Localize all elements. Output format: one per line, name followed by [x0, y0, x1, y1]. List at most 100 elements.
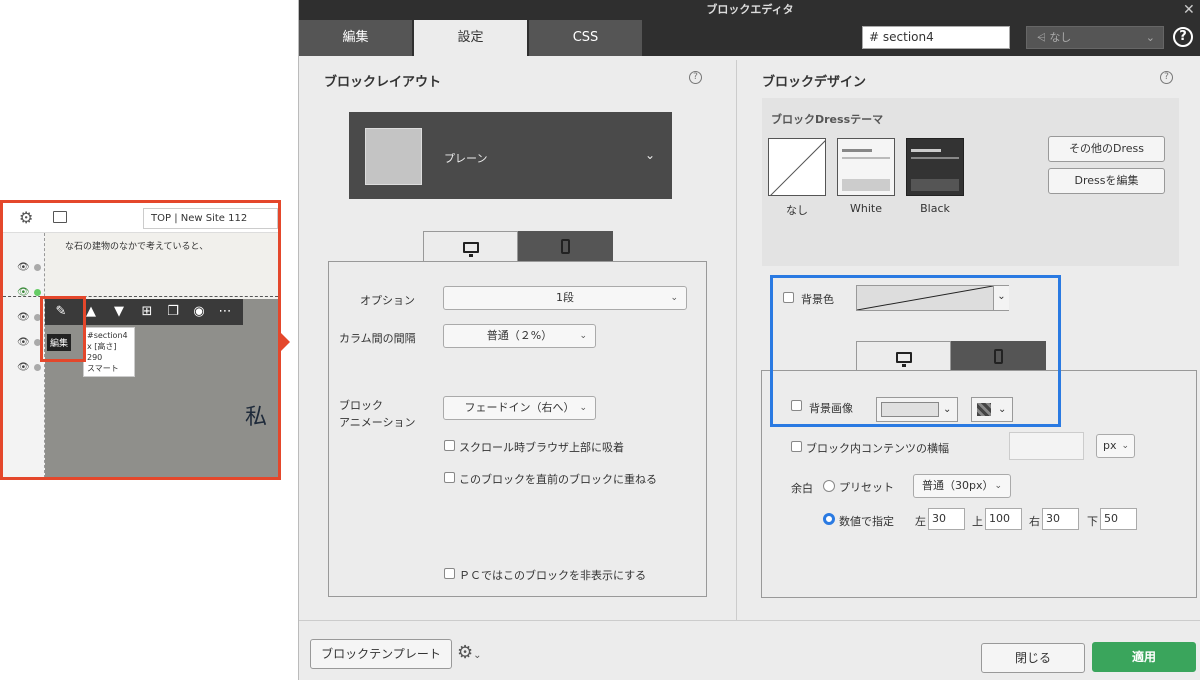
dress-theme-label: ブロックDressテーマ: [771, 113, 884, 126]
margin-top-label: 上: [972, 515, 983, 528]
hide-pc-checkbox[interactable]: [444, 568, 455, 579]
thumb-line: [842, 157, 890, 159]
margin-left-input[interactable]: 30: [928, 508, 965, 530]
more-icon[interactable]: ⋯: [213, 299, 237, 325]
dress-white-thumb[interactable]: [837, 138, 895, 196]
gear-icon[interactable]: ⚙: [19, 208, 33, 227]
block-info-height: x [高さ] 290: [87, 342, 117, 362]
margin-bottom-label: 下: [1087, 515, 1098, 528]
tab-css[interactable]: CSS: [529, 20, 642, 56]
hide-pc-label: ＰＣではこのブロックを非表示にする: [459, 569, 647, 582]
chevron-down-icon: ⌄: [645, 148, 656, 162]
chevron-down-icon: ⌄: [579, 403, 587, 413]
layout-help-icon[interactable]: ?: [689, 71, 702, 84]
preset-select[interactable]: 普通（30px） ⌄: [913, 474, 1011, 498]
content-width-checkbox[interactable]: [791, 441, 802, 452]
thumb-line: [911, 157, 959, 159]
option-value: 1段: [556, 291, 574, 304]
phone-icon: [561, 239, 570, 254]
add-block-icon[interactable]: ⊞: [135, 299, 159, 325]
margin-bottom-input[interactable]: 50: [1100, 508, 1137, 530]
margin-left-label: 左: [915, 515, 926, 528]
animation-value: フェードイン（右へ）: [464, 401, 575, 414]
thumb-line: [911, 149, 941, 152]
layout-name: プレーン: [444, 152, 488, 165]
unit-select[interactable]: px ⌄: [1096, 434, 1135, 458]
numeric-radio[interactable]: [823, 513, 835, 525]
class-value: なし: [1049, 31, 1072, 44]
id-field[interactable]: # section4: [862, 26, 1010, 49]
layout-picker[interactable]: プレーン ⌄: [349, 112, 672, 199]
dress-black-thumb[interactable]: [906, 138, 964, 196]
none-slash-icon: [770, 140, 825, 195]
move-down-icon[interactable]: ▼: [107, 299, 131, 325]
eye-icon[interactable]: 👁: [17, 287, 41, 298]
margin-right-label: 右: [1029, 515, 1040, 528]
block-info-id: #section4: [87, 331, 128, 340]
apply-button[interactable]: 適用: [1092, 642, 1196, 672]
scroll-sticky-checkbox[interactable]: [444, 440, 455, 451]
close-icon[interactable]: ✕: [1183, 3, 1195, 17]
chevron-down-icon: ⌄: [670, 293, 678, 303]
margin-label: 余白: [791, 482, 813, 495]
overlap-label: このブロックを直前のブロックに重ねる: [459, 473, 657, 486]
editor-topbar: ⚙ TOP | New Site 112: [3, 203, 278, 233]
dress-none-thumb[interactable]: [768, 138, 826, 196]
column-gap-select[interactable]: 普通（２%） ⌄: [443, 324, 596, 348]
animation-label-2: アニメーション: [339, 416, 416, 429]
edit-dress-button[interactable]: Dressを編集: [1048, 168, 1165, 194]
other-dress-button[interactable]: その他のDress: [1048, 136, 1165, 162]
help-icon[interactable]: ?: [1173, 27, 1193, 47]
big-character: 私: [245, 405, 268, 430]
gear-icon[interactable]: ⚙⌄: [457, 642, 482, 663]
column-gap-label: カラム間の間隔: [339, 332, 416, 345]
eye-icon[interactable]: 👁: [17, 262, 41, 273]
content-width-input[interactable]: [1009, 432, 1084, 460]
overlap-checkbox[interactable]: [444, 472, 455, 483]
layout-thumbnail: [365, 128, 422, 185]
column-gap-value: 普通（２%）: [486, 329, 553, 342]
animation-label-1: ブロック: [339, 399, 383, 412]
pencil-highlight-box: [40, 296, 86, 362]
device-tab-mobile[interactable]: [518, 231, 613, 261]
tab-settings[interactable]: 設定: [414, 20, 527, 56]
thumb-line: [911, 179, 959, 191]
option-select[interactable]: 1段 ⌄: [443, 286, 687, 310]
preset-radio[interactable]: [823, 480, 835, 492]
scroll-sticky-label: スクロール時ブラウザ上部に吸着: [459, 441, 624, 454]
dress-none-label: なし: [786, 204, 808, 217]
sidebar-toggle-icon[interactable]: [53, 211, 67, 223]
tab-edit[interactable]: 編集: [299, 20, 412, 56]
panel-divider: [736, 60, 737, 620]
eye-icon[interactable]: 👁: [17, 337, 41, 348]
close-button[interactable]: 閉じる: [981, 643, 1085, 673]
device-tab-pc[interactable]: [423, 231, 518, 261]
chevron-down-icon: ⌄: [1145, 31, 1155, 44]
option-label: オプション: [360, 294, 415, 307]
chevron-down-icon: ⌄: [579, 331, 587, 341]
pointer-arrow: [281, 333, 290, 351]
margin-top-input[interactable]: 100: [985, 508, 1022, 530]
eye-icon[interactable]: 👁: [17, 312, 41, 323]
unit-value: px: [1103, 439, 1117, 452]
visibility-icon[interactable]: ◉: [187, 299, 211, 325]
margin-right-input[interactable]: 30: [1042, 508, 1079, 530]
block-editor-dialog: ブロックエディタ ✕ 編集 設定 CSS # section4 ⩤ なし ⌄ ?…: [298, 0, 1200, 680]
animation-select[interactable]: フェードイン（右へ） ⌄: [443, 396, 596, 420]
eye-icon[interactable]: 👁: [17, 362, 41, 373]
design-help-icon[interactable]: ?: [1160, 71, 1173, 84]
template-button[interactable]: ブロックテンプレート: [310, 639, 452, 669]
bg-highlight-box: [770, 275, 1061, 427]
class-select[interactable]: ⩤ なし ⌄: [1026, 26, 1164, 49]
page-select[interactable]: TOP | New Site 112: [143, 208, 278, 229]
block-info-popup: #section4 x [高さ] 290 スマート: [83, 327, 135, 377]
layout-title: ブロックレイアウト: [324, 75, 442, 90]
numeric-label: 数値で指定: [839, 515, 894, 528]
monitor-icon: [462, 242, 479, 257]
editor-preview-frame: ⚙ TOP | New Site 112 な石の建物のなかで考えていると、 私 …: [0, 200, 281, 480]
dialog-title: ブロックエディタ: [299, 0, 1200, 20]
thumb-line: [842, 149, 872, 152]
copy-icon[interactable]: ❐: [161, 299, 185, 325]
preset-label: プリセット: [839, 481, 894, 494]
id-value: section4: [882, 30, 934, 44]
